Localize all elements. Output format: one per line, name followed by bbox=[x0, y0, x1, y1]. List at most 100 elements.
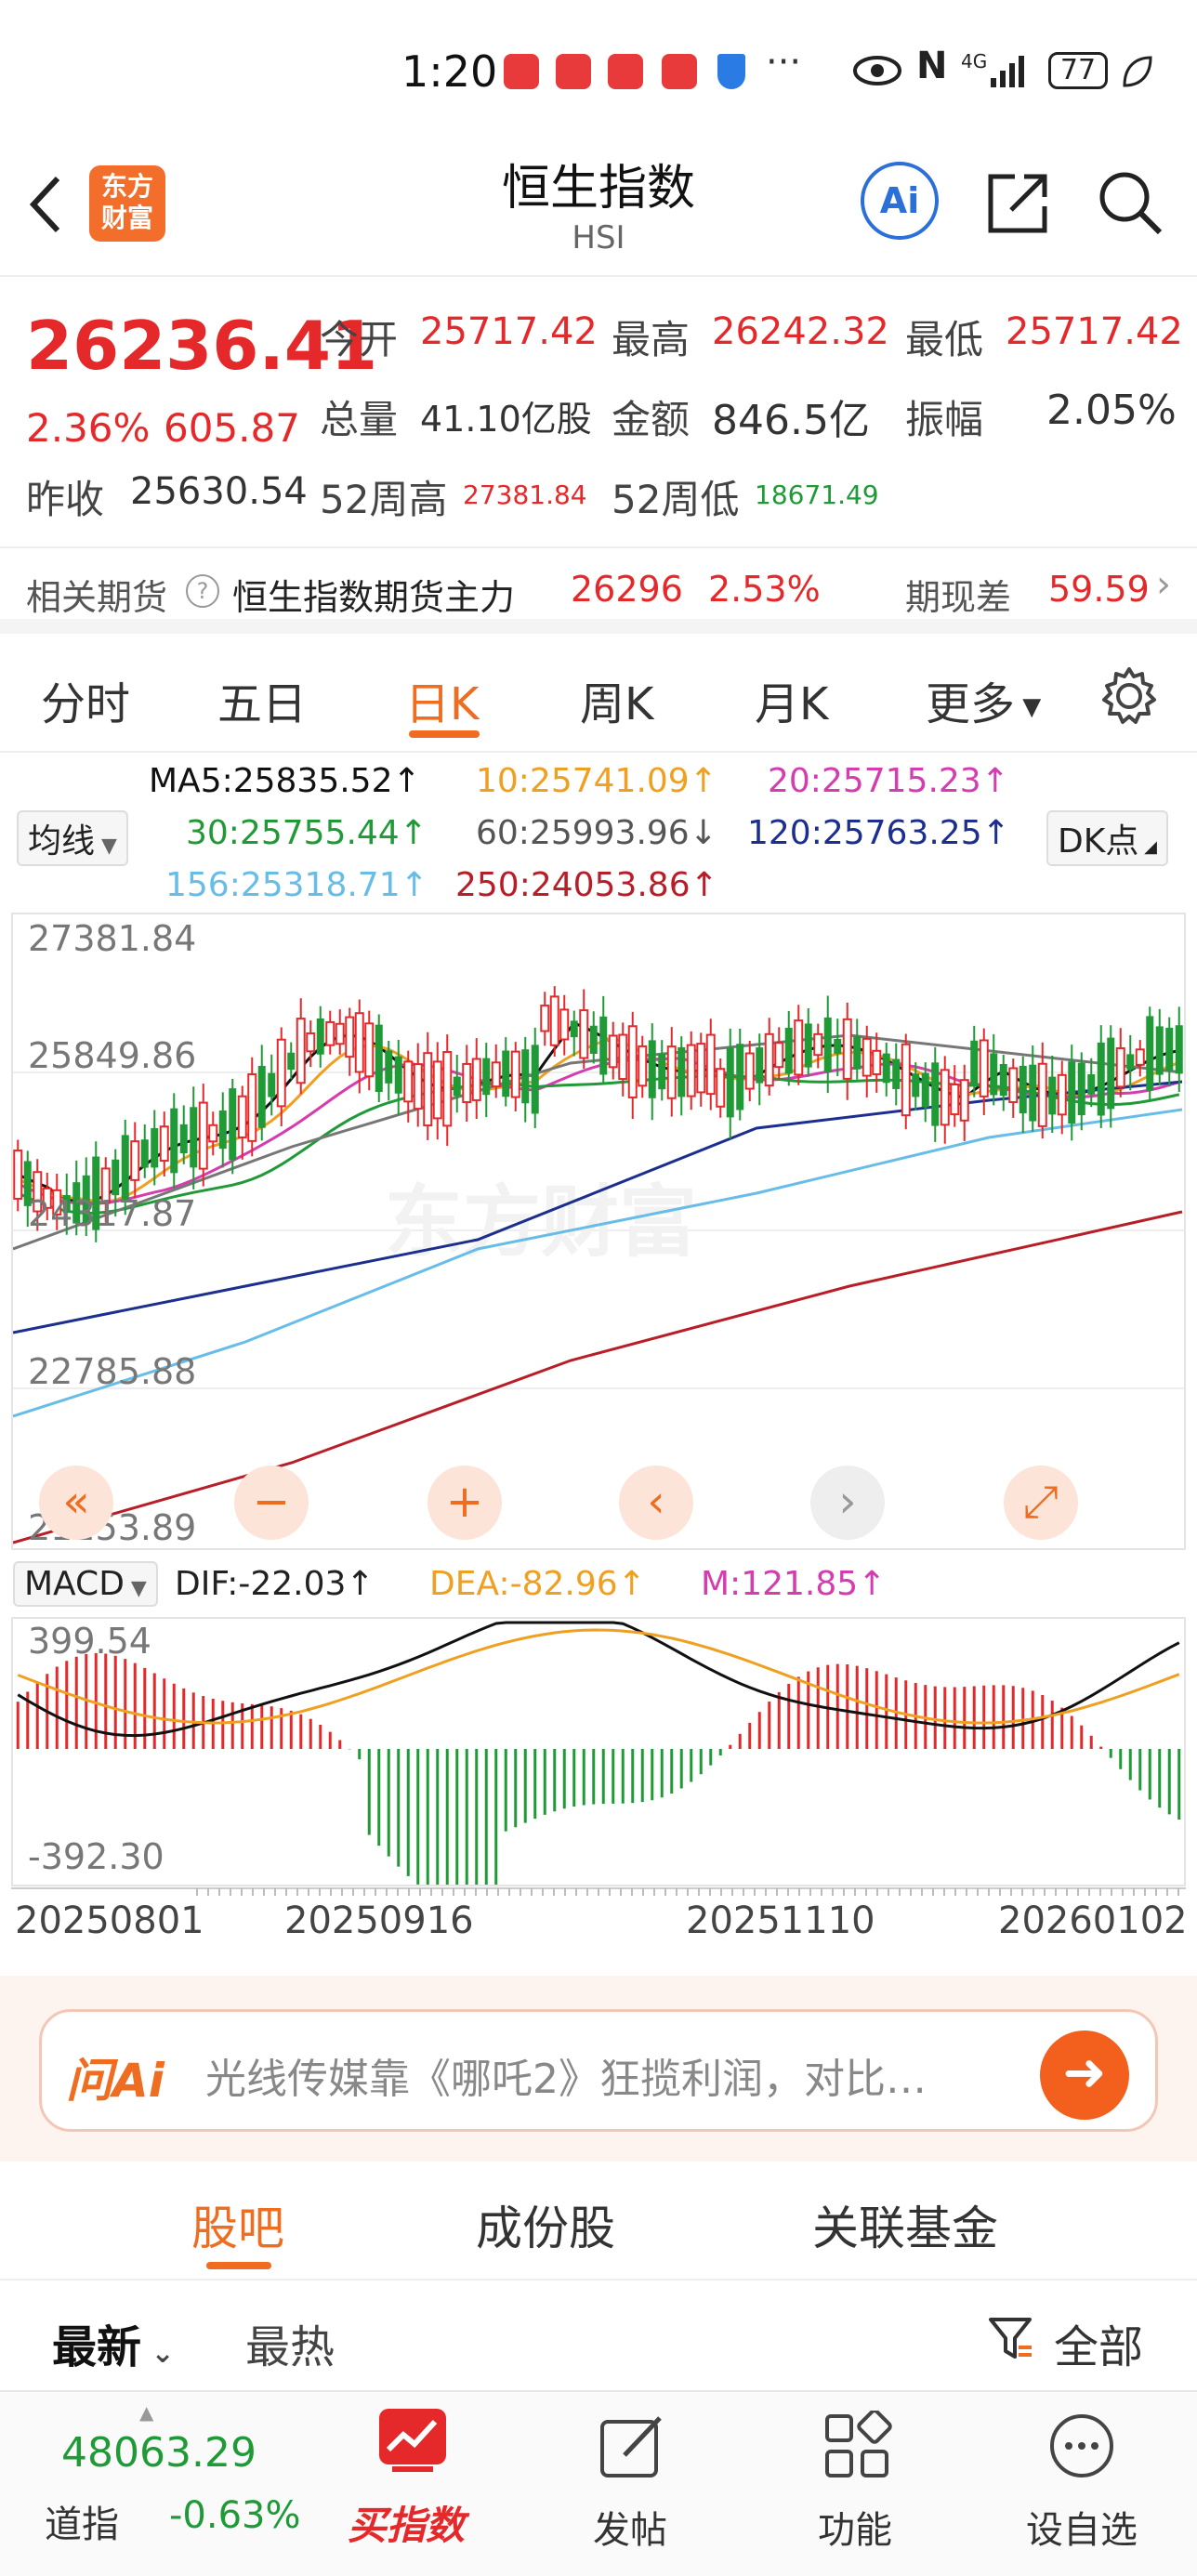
candle-body bbox=[813, 1032, 823, 1057]
candle-body bbox=[686, 1044, 696, 1097]
gear-icon[interactable] bbox=[1098, 665, 1160, 727]
tab-constituents[interactable]: 成份股 bbox=[476, 2191, 615, 2258]
dk-point-button[interactable]: DK点 ◢ bbox=[1046, 810, 1168, 866]
leaf-icon bbox=[1123, 56, 1152, 87]
buy-index-button[interactable]: 买指数 bbox=[335, 2392, 493, 2576]
candle-body bbox=[1008, 1067, 1019, 1103]
candle-body bbox=[1048, 1076, 1057, 1115]
chevron-right-icon: › bbox=[1156, 563, 1171, 606]
caret-up-icon: ▲ bbox=[139, 2401, 154, 2424]
candle-body bbox=[627, 1025, 638, 1098]
tab-related-funds[interactable]: 关联基金 bbox=[812, 2191, 998, 2258]
tab-weekly-k[interactable]: 周K bbox=[580, 667, 653, 732]
candle-body bbox=[385, 1050, 393, 1084]
tab-daily-k[interactable]: 日K bbox=[405, 667, 479, 732]
fullscreen-button[interactable]: ⤢ bbox=[1004, 1465, 1078, 1540]
amplitude-label: 振幅 bbox=[905, 397, 984, 442]
macd-chart[interactable]: 399.54 -392.30 bbox=[11, 1617, 1186, 1905]
chevron-down-icon: ⌄ bbox=[141, 2337, 175, 2370]
prev-close-value: 25630.54 bbox=[130, 470, 308, 513]
macd-selector-label: MACD bbox=[24, 1565, 125, 1603]
candle-body bbox=[872, 1049, 882, 1075]
kline-chart[interactable]: 东方财富 27381.84 25849.86 24317.87 22785.88… bbox=[11, 913, 1186, 1550]
status-time: 1:20 bbox=[401, 46, 498, 97]
candle-body bbox=[784, 1028, 793, 1074]
status-bar: 1:20 ··· N 4G 77 bbox=[0, 0, 1197, 139]
candle-body bbox=[950, 1084, 960, 1116]
low-label: 最低 bbox=[905, 317, 984, 362]
search-icon[interactable] bbox=[1095, 167, 1165, 238]
candle-body bbox=[862, 1037, 872, 1077]
tab-intraday[interactable]: 分时 bbox=[41, 667, 130, 732]
share-icon[interactable] bbox=[983, 167, 1054, 238]
zoom-in-button[interactable]: + bbox=[428, 1465, 502, 1540]
scroll-right-button[interactable]: › bbox=[810, 1465, 885, 1540]
candle-body bbox=[394, 1056, 402, 1094]
candle-body bbox=[892, 1058, 901, 1089]
candle-body bbox=[1068, 1061, 1076, 1124]
candle-body bbox=[521, 1049, 530, 1104]
filter-icon[interactable] bbox=[987, 2314, 1033, 2362]
basis-label: 期现差 bbox=[905, 577, 1012, 618]
sort-latest-label: 最新 bbox=[52, 2321, 142, 2373]
active-tab-indicator bbox=[409, 730, 480, 738]
jump-start-button[interactable]: « bbox=[39, 1465, 113, 1540]
tab-five-day[interactable]: 五日 bbox=[217, 667, 307, 732]
candle-body bbox=[375, 1024, 383, 1093]
ma-selector-label: 均线 bbox=[28, 822, 96, 861]
ask-submit-button[interactable]: ➜ bbox=[1040, 2031, 1129, 2120]
index-ticker[interactable]: ▲ 48063.29 道指 -0.63% bbox=[19, 2401, 325, 2569]
eye-icon bbox=[853, 56, 901, 85]
candle-body bbox=[940, 1069, 950, 1126]
section-tabs: 股吧 成份股 关联基金 bbox=[0, 2165, 1197, 2280]
futures-name: 恒生指数期货主力 bbox=[232, 577, 516, 618]
edit-icon bbox=[600, 2416, 662, 2477]
related-futures-row[interactable]: 相关期货 ? 恒生指数期货主力 26296 2.53% 期现差 59.59 › bbox=[0, 550, 1197, 634]
wk52-high-value: 27381.84 bbox=[463, 480, 587, 510]
post-button[interactable]: 发帖 bbox=[576, 2392, 688, 2576]
open-label: 今开 bbox=[320, 317, 399, 362]
tab-more[interactable]: 更多 ▼ bbox=[926, 667, 1041, 732]
candle-body bbox=[559, 1008, 570, 1041]
candle-body bbox=[423, 1052, 433, 1127]
macd-selector[interactable]: MACD ▼ bbox=[13, 1561, 158, 1607]
candle-body bbox=[744, 1052, 755, 1090]
macd-plot bbox=[16, 1621, 1181, 1905]
ai-button[interactable]: Ai bbox=[861, 162, 939, 240]
functions-button[interactable]: 功能 bbox=[801, 2392, 913, 2576]
tab-monthly-k[interactable]: 月K bbox=[755, 667, 828, 732]
scroll-left-button[interactable]: ‹ bbox=[619, 1465, 693, 1540]
sort-hot[interactable]: 最热 bbox=[245, 2310, 335, 2375]
futures-label: 相关期货 bbox=[26, 577, 168, 618]
arrow-right-icon: ➜ bbox=[1062, 2043, 1107, 2103]
candle-body bbox=[823, 1017, 832, 1072]
ma-selector[interactable]: 均线 ▼ bbox=[17, 810, 128, 866]
candle-body bbox=[140, 1139, 149, 1168]
candle-body bbox=[666, 1045, 677, 1099]
caret-down-icon: ▼ bbox=[1015, 693, 1042, 721]
tab-forum[interactable]: 股吧 bbox=[191, 2191, 284, 2258]
candle-body bbox=[882, 1053, 890, 1084]
active-section-indicator bbox=[206, 2262, 271, 2269]
candle-body bbox=[931, 1062, 940, 1126]
candle-body bbox=[296, 1018, 306, 1084]
amount-value: 846.5亿 bbox=[712, 397, 870, 444]
candle-body bbox=[901, 1043, 911, 1117]
ma30-legend: 30:25755.44↑ bbox=[186, 814, 428, 852]
sort-row: 最新 ⌄ 最热 全部 bbox=[0, 2282, 1197, 2390]
zoom-out-button[interactable]: − bbox=[234, 1465, 309, 1540]
add-watchlist-button[interactable]: 设自选 bbox=[1013, 2392, 1152, 2576]
low-value: 25717.42 bbox=[1006, 310, 1183, 353]
change-percent: 2.36% bbox=[26, 405, 151, 451]
candle-body bbox=[589, 1025, 598, 1055]
ai-ask-bar[interactable]: 问Ai 光线传媒靠《哪吒2》狂揽利润，对比… ➜ bbox=[39, 2009, 1158, 2132]
amplitude-value: 2.05% bbox=[1046, 387, 1177, 434]
candle-body bbox=[208, 1124, 218, 1143]
notification-icon bbox=[608, 54, 643, 89]
ai-ask-section: 问Ai 光线传媒靠《哪吒2》狂揽利润，对比… ➜ bbox=[0, 1976, 1197, 2162]
filter-all[interactable]: 全部 bbox=[1054, 2310, 1143, 2375]
question-circle-icon[interactable]: ? bbox=[186, 574, 219, 608]
sort-latest[interactable]: 最新 ⌄ bbox=[52, 2310, 175, 2375]
basis-value: 59.59 bbox=[1048, 569, 1150, 610]
macd-dif-line bbox=[17, 1621, 1180, 1738]
